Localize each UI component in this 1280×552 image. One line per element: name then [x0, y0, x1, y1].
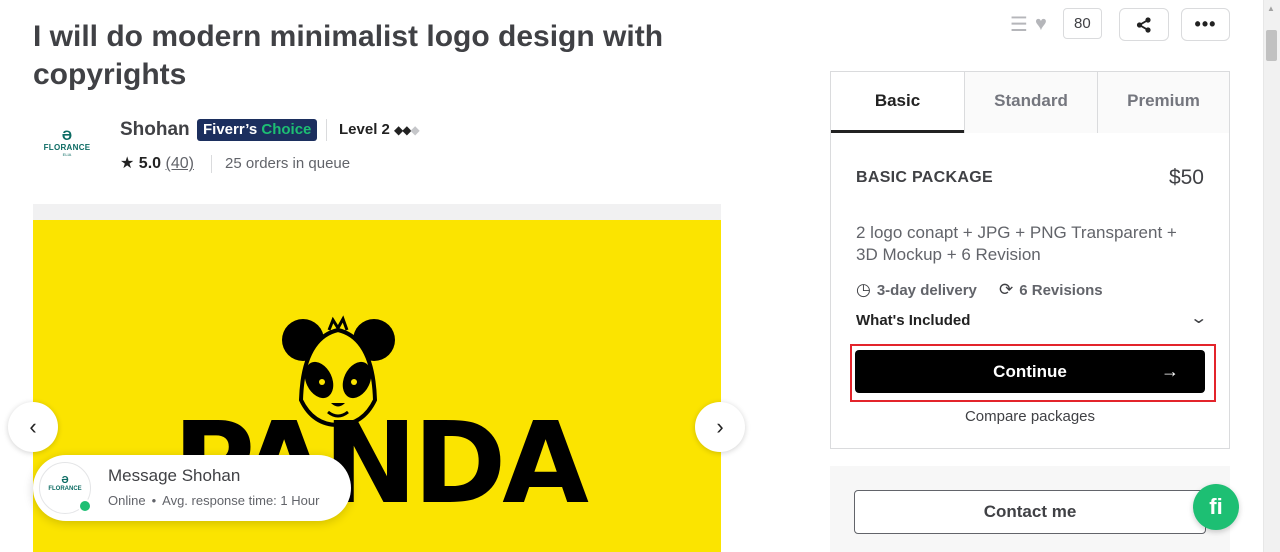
gig-title: I will do modern minimalist logo design … — [33, 20, 664, 91]
seller-name[interactable]: Shohan — [120, 119, 190, 141]
whats-included-toggle[interactable]: What's Included — [856, 312, 970, 329]
divider — [326, 119, 327, 141]
seller-overview: Ə FLORANCE ELIA Shohan Fiverr’s Choice L… — [33, 115, 733, 185]
gallery-prev-button[interactable]: ‹ — [8, 402, 58, 452]
level-diamonds-icon: ◆◆◆ — [394, 123, 420, 137]
contact-me-button[interactable]: Contact me — [854, 490, 1206, 534]
package-price: $50 — [1168, 166, 1204, 189]
star-icon: ★ — [120, 155, 135, 172]
orders-in-queue: 25 orders in queue — [225, 155, 351, 172]
review-count-link[interactable]: (40) — [166, 155, 194, 172]
fiverr-chat-bubble[interactable]: fi — [1193, 484, 1239, 530]
seller-rating: ★ 5.0 (40) — [120, 153, 194, 173]
rating-score: 5.0 — [138, 155, 162, 172]
scrollbar-thumb[interactable] — [1266, 30, 1277, 61]
divider — [211, 155, 212, 173]
response-time: Avg. response time: 1 Hour — [162, 493, 320, 508]
level-label: Level 2 — [339, 121, 390, 138]
online-status-dot-icon — [78, 499, 92, 513]
clock-icon: ◷ — [856, 280, 871, 299]
refresh-icon: ⟳ — [999, 280, 1014, 299]
package-tabs: Basic Standard Premium — [831, 72, 1229, 133]
likes-count: 80 — [1063, 8, 1102, 39]
seller-logo[interactable]: Ə FLORANCE ELIA — [33, 127, 101, 167]
delivery-label: 3-day delivery — [876, 282, 977, 299]
collections-menu-icon[interactable]: ☰ — [1010, 15, 1028, 35]
compare-packages-link[interactable]: Compare packages — [831, 408, 1229, 425]
gallery-next-button[interactable]: › — [695, 402, 745, 452]
heart-icon[interactable]: ♥ — [1035, 12, 1047, 36]
package-name: BASIC PACKAGE — [856, 169, 993, 186]
logo-brand: FLORANCE — [48, 486, 82, 492]
share-icon — [1136, 17, 1151, 33]
continue-button[interactable]: Continue → — [855, 350, 1205, 393]
more-options-button[interactable]: ••• — [1181, 8, 1230, 41]
message-title: Message Shohan — [108, 466, 241, 485]
package-panel: Basic Standard Premium BASIC PACKAGE $50… — [830, 71, 1230, 449]
badge-prefix: Fiverr’s — [203, 121, 258, 138]
logo-brand: FLORANCE — [43, 143, 91, 152]
tab-basic[interactable]: Basic — [831, 72, 964, 133]
delivery-time: ◷ 3-day delivery — [856, 280, 977, 300]
page-scrollbar[interactable] — [1263, 0, 1280, 552]
scroll-up-arrow-icon[interactable]: ▲ — [1267, 4, 1275, 13]
logo-mark: Ə — [61, 475, 69, 486]
gallery-strip — [33, 204, 721, 220]
chevron-down-icon[interactable]: ⌄ — [1189, 308, 1208, 328]
message-seller-card[interactable]: Ə FLORANCE Message Shohan Online • Avg. re… — [33, 455, 351, 521]
badge-accent: Choice — [261, 121, 312, 138]
package-description: 2 logo conapt + JPG + PNG Transparent + … — [856, 223, 1177, 264]
arrow-right-icon: → — [1161, 361, 1179, 381]
tab-premium[interactable]: Premium — [1097, 72, 1229, 133]
tab-standard[interactable]: Standard — [964, 72, 1097, 133]
revisions-label: 6 Revisions — [1019, 282, 1103, 299]
seller-level: Level 2 ◆◆◆ — [339, 121, 420, 138]
continue-label: Continue — [993, 362, 1067, 381]
logo-sub: ELIA — [62, 152, 72, 157]
fiverrs-choice-badge: Fiverr’s Choice — [197, 119, 318, 141]
message-status: Online • Avg. response time: 1 Hour — [108, 493, 320, 508]
revisions: ⟳ 6 Revisions — [999, 280, 1103, 300]
share-button[interactable] — [1119, 8, 1169, 41]
online-label: Online — [108, 493, 146, 508]
logo-mark: Ə — [61, 127, 73, 143]
